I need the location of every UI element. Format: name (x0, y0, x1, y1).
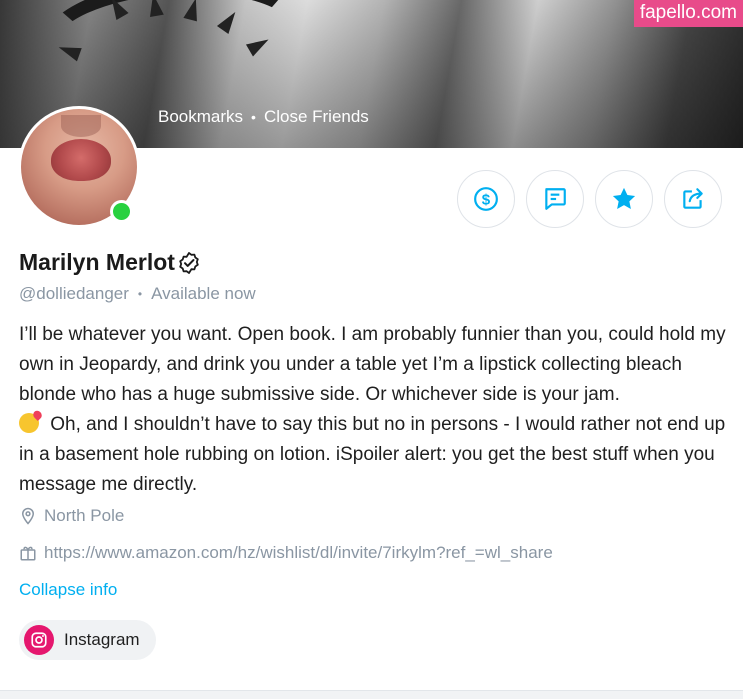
location-text: North Pole (44, 506, 125, 525)
profile-name: Marilyn Merlot (19, 249, 175, 275)
cover-links: Bookmarks • Close Friends (158, 107, 369, 127)
username: @dolliedanger (19, 284, 129, 303)
share-button[interactable] (664, 170, 722, 228)
bio-text-continued: Oh, and I shouldn’t have to say this but… (19, 414, 726, 495)
share-icon (683, 188, 703, 209)
instagram-label: Instagram (64, 630, 140, 649)
svg-text:$: $ (482, 191, 491, 208)
watermark: fapello.com (633, 0, 743, 27)
gift-icon (20, 546, 36, 561)
dollar-icon: $ (474, 187, 498, 211)
wishlist-row[interactable]: https://www.amazon.com/hz/wishlist/dl/in… (19, 543, 553, 563)
separator-dot: • (251, 109, 256, 125)
collapse-info-link[interactable]: Collapse info (19, 580, 117, 600)
message-button[interactable] (526, 170, 584, 228)
favorite-button[interactable] (595, 170, 653, 228)
bookmarks-link[interactable]: Bookmarks (158, 107, 243, 127)
message-icon (545, 188, 566, 210)
kiss-emoji-icon (19, 413, 39, 433)
separator-dot: • (137, 287, 143, 301)
availability-status: Available now (151, 284, 256, 303)
location-row: North Pole (19, 506, 124, 526)
close-friends-link[interactable]: Close Friends (264, 107, 369, 127)
instagram-icon (24, 625, 54, 655)
handle-row: @dolliedanger • Available now (19, 284, 256, 304)
online-indicator (110, 200, 133, 223)
profile-actions: $ (457, 170, 722, 228)
wishlist-link[interactable]: https://www.amazon.com/hz/wishlist/dl/in… (44, 543, 553, 563)
instagram-link[interactable]: Instagram (19, 620, 156, 660)
bio-text: I’ll be whatever you want. Open book. I … (19, 324, 726, 405)
profile-name-row: Marilyn Merlot (19, 249, 201, 276)
star-icon (612, 187, 636, 210)
bio: I’ll be whatever you want. Open book. I … (19, 320, 731, 500)
verified-icon (179, 251, 199, 274)
location-pin-icon (21, 507, 35, 525)
tip-button[interactable]: $ (457, 170, 515, 228)
